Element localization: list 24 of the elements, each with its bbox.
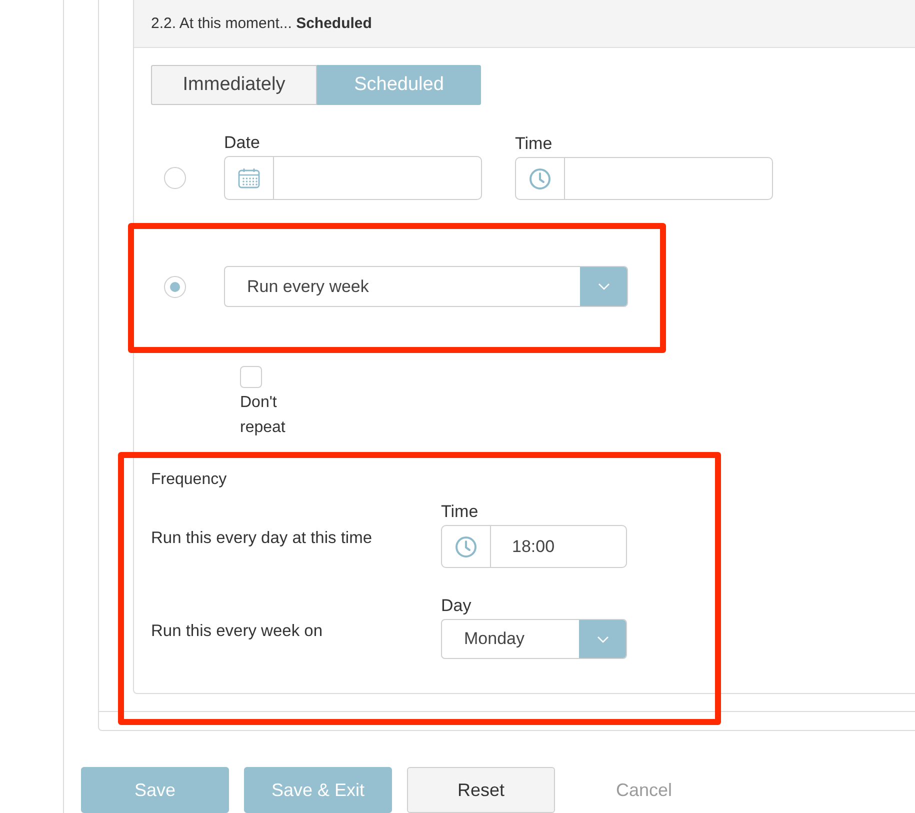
date-field[interactable] (224, 156, 482, 200)
clock-icon (455, 536, 477, 558)
section-label: Frequency (151, 470, 227, 490)
clock-icon (529, 168, 551, 190)
chevron-down-icon (579, 620, 626, 658)
secondary-button[interactable]: Reset (407, 767, 555, 813)
dropdown[interactable]: Monday (441, 619, 627, 659)
chevron-down-icon (580, 267, 627, 306)
field-label: Day (441, 595, 472, 617)
section-header: 2.2. At this moment... Scheduled (134, 0, 915, 48)
radio-button[interactable] (164, 276, 186, 298)
field-label: Date (224, 132, 260, 154)
field-label: Time (441, 501, 478, 523)
row-label: Run this every week on (151, 621, 323, 642)
checkbox-label: Don't repeat (240, 393, 286, 438)
field-label: Time (515, 133, 552, 155)
dropdown[interactable]: Run every week (224, 266, 628, 307)
radio-button[interactable] (164, 167, 186, 189)
toggle-button[interactable]: Immediately (151, 65, 317, 105)
calendar-icon (238, 167, 260, 189)
time-field[interactable] (515, 157, 773, 200)
row-label: Run this every day at this time (151, 528, 372, 549)
checkbox[interactable] (240, 366, 262, 388)
time-field[interactable]: 18:00 (441, 525, 627, 568)
